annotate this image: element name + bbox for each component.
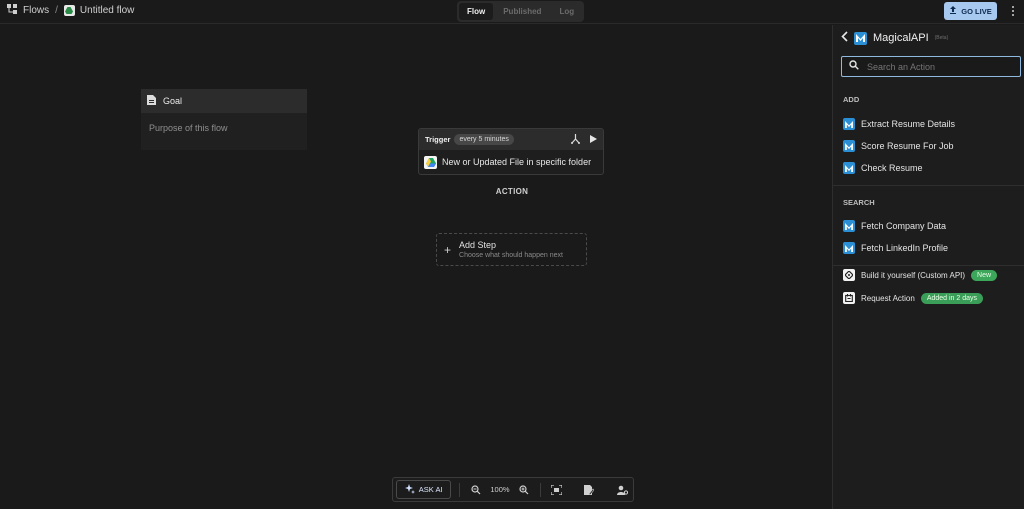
ask-ai-label: ASK AI: [418, 485, 443, 494]
panel-header: MagicalAPI (Beta): [841, 31, 948, 45]
magicalapi-logo-icon: [843, 220, 855, 232]
document-icon: [147, 95, 156, 107]
top-bar: Flows / Untitled flow Flow Published Log…: [0, 0, 1024, 24]
flow-name[interactable]: Untitled flow: [80, 5, 134, 16]
action-item-label: Build it yourself (Custom API): [861, 270, 966, 280]
action-item-extract-resume-details[interactable]: Extract Resume Details: [843, 118, 955, 130]
tab-published[interactable]: Published: [495, 3, 549, 20]
toolbar-divider: [539, 482, 541, 497]
panel-title: MagicalAPI: [873, 32, 929, 44]
sparkle-icon: [404, 483, 415, 496]
magicalapi-logo-icon: [854, 31, 867, 45]
trigger-event-label: New or Updated File in specific folder: [442, 157, 592, 167]
request-icon: [843, 292, 855, 304]
add-section-header: ADD: [843, 95, 860, 104]
action-item-check-resume[interactable]: Check Resume: [843, 162, 923, 174]
plus-icon: +: [444, 242, 452, 257]
canvas-toolbar: ASK AI 100%: [392, 477, 634, 502]
action-item-score-resume-for-job[interactable]: Score Resume For Job: [843, 140, 954, 152]
fit-view-icon[interactable]: [549, 482, 565, 498]
action-item-fetch-linkedin-profile[interactable]: Fetch LinkedIn Profile: [843, 242, 948, 254]
play-icon[interactable]: [590, 134, 597, 145]
status-badge: Added in 2 days: [920, 292, 984, 304]
zoom-out-icon[interactable]: [468, 482, 484, 498]
magicalapi-logo-icon: [843, 162, 855, 174]
action-item-label: Request Action: [861, 293, 915, 303]
toolbar-divider: [459, 482, 461, 497]
action-item-custom-api[interactable]: Build it yourself (Custom API) New: [843, 269, 998, 281]
notes-icon[interactable]: [581, 482, 597, 498]
goal-purpose-input[interactable]: Purpose of this flow: [141, 113, 307, 143]
action-item-label: Extract Resume Details: [861, 119, 956, 129]
trigger-label: Trigger: [425, 135, 451, 144]
breadcrumb-separator: /: [55, 5, 58, 16]
section-divider: [833, 185, 1024, 186]
add-step-title: Add Step: [459, 240, 497, 250]
action-picker-panel: MagicalAPI (Beta) ADD Extract Resume Det…: [832, 25, 1024, 509]
google-drive-icon: [424, 155, 437, 169]
action-item-label: Score Resume For Job: [861, 141, 954, 151]
more-menu-icon[interactable]: [1009, 4, 1017, 18]
trigger-header: Trigger every 5 minutes: [419, 129, 603, 150]
add-step-button[interactable]: + Add Step Choose what should happen nex…: [436, 233, 587, 266]
tab-log[interactable]: Log: [551, 3, 582, 20]
action-item-label: Fetch LinkedIn Profile: [861, 243, 949, 253]
back-chevron-icon[interactable]: [841, 31, 848, 45]
goal-title: Goal: [163, 96, 183, 106]
magicalapi-logo-icon: [843, 118, 855, 130]
new-badge: New: [971, 269, 998, 281]
action-item-fetch-company-data[interactable]: Fetch Company Data: [843, 220, 946, 232]
add-step-subtitle: Choose what should happen next: [459, 252, 563, 259]
go-live-label: GO LIVE: [961, 6, 992, 16]
search-section-header: SEARCH: [843, 198, 875, 207]
section-divider: [833, 265, 1024, 266]
beta-tag: (Beta): [934, 35, 949, 41]
breadcrumb-flows-link[interactable]: Flows: [23, 5, 49, 16]
user-settings-icon[interactable]: [614, 482, 630, 498]
view-tabs: Flow Published Log: [457, 1, 585, 22]
ask-ai-button[interactable]: ASK AI: [396, 480, 452, 499]
upload-icon: [949, 6, 957, 16]
custom-api-icon: [843, 269, 855, 281]
flows-icon: [7, 4, 18, 17]
zoom-in-icon[interactable]: [516, 482, 532, 498]
trigger-event[interactable]: New or Updated File in specific folder: [419, 150, 603, 174]
breadcrumb: Flows / Untitled flow: [7, 4, 134, 17]
branch-icon[interactable]: [571, 133, 580, 146]
goal-header: Goal: [141, 89, 307, 113]
magicalapi-logo-icon: [843, 242, 855, 254]
search-input[interactable]: [867, 61, 1007, 72]
tab-flow[interactable]: Flow: [459, 3, 494, 20]
google-drive-icon: [63, 5, 75, 16]
search-icon: [849, 60, 859, 73]
trigger-interval-badge[interactable]: every 5 minutes: [454, 134, 514, 145]
magicalapi-logo-icon: [843, 140, 855, 152]
action-search-field[interactable]: [841, 56, 1021, 77]
trigger-card[interactable]: Trigger every 5 minutes New or Updated F…: [418, 128, 604, 175]
zoom-level: 100%: [490, 485, 510, 494]
action-item-request-action[interactable]: Request Action Added in 2 days: [843, 292, 984, 304]
flow-canvas[interactable]: Goal Purpose of this flow Trigger every …: [0, 25, 832, 509]
goal-card[interactable]: Goal Purpose of this flow: [141, 89, 307, 150]
action-item-label: Check Resume: [861, 163, 923, 173]
action-item-label: Fetch Company Data: [861, 221, 947, 231]
go-live-button[interactable]: GO LIVE: [944, 2, 997, 20]
